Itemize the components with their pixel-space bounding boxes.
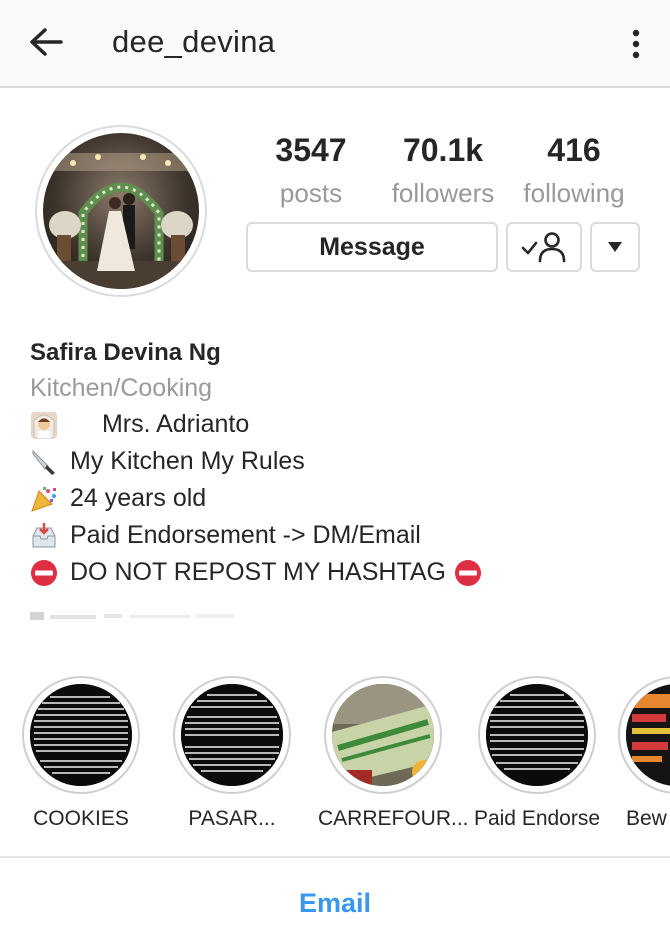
no-entry-emoji-icon <box>455 559 481 586</box>
highlight-label: COOKIES <box>33 807 129 830</box>
highlight-ring <box>324 676 442 794</box>
highlight-ring <box>22 676 140 794</box>
highlight-paid-endorse[interactable]: Paid Endorse <box>472 676 602 832</box>
more-vertical-icon <box>632 29 640 59</box>
bio-line-2: My Kitchen My Rules <box>30 443 650 480</box>
highlight-label: CARREFOUR... <box>318 807 469 830</box>
bride-emoji-icon <box>31 411 57 438</box>
highlight-label: Paid Endorse <box>473 807 601 830</box>
highlight-label: Bew <box>626 807 667 830</box>
highlight-cover-image <box>181 684 283 786</box>
arrow-left-icon <box>30 28 63 56</box>
email-button[interactable]: Email <box>0 888 670 919</box>
highlight-ring <box>173 676 291 794</box>
triangle-down-icon <box>608 242 622 252</box>
profile-bio: Safira Devina Ng Kitchen/Cooking Mrs. Ad… <box>30 336 650 591</box>
party-popper-emoji-icon <box>31 486 56 512</box>
followers-count: 70.1k <box>402 132 484 168</box>
bio-line-4: Paid Endorsement -> DM/Email <box>30 517 650 554</box>
suggestions-dropdown-button[interactable] <box>590 222 640 272</box>
highlight-ring <box>478 676 596 794</box>
highlight-cover-image <box>626 684 670 786</box>
bio-line-1-text: Mrs. Adrianto <box>70 410 250 438</box>
highlight-cover-image <box>332 684 434 786</box>
following-count: 416 <box>547 132 601 168</box>
highlight-cover-image <box>486 684 588 786</box>
bio-line-3-text: 24 years old <box>70 484 207 512</box>
highlight-bew[interactable]: Bew <box>618 676 670 832</box>
posts-count: 3547 <box>275 132 347 168</box>
stat-followers[interactable]: 70.1k followers <box>385 132 501 210</box>
contact-bar: Email <box>0 856 670 948</box>
highlight-pasar[interactable]: PASAR... <box>167 676 297 832</box>
no-entry-emoji-icon <box>31 559 57 586</box>
bio-line-5: DO NOT REPOST MY HASHTAG <box>30 554 650 591</box>
avatar-image <box>43 133 199 289</box>
following-label: following <box>523 178 625 208</box>
posts-label: posts <box>279 178 343 208</box>
bio-link-faded[interactable] <box>30 606 270 622</box>
bio-line-4-text: Paid Endorsement -> DM/Email <box>70 521 421 549</box>
bio-category[interactable]: Kitchen/Cooking <box>30 370 650 406</box>
bio-line-2-text: My Kitchen My Rules <box>70 447 305 475</box>
top-bar: dee_devina <box>0 0 670 88</box>
inbox-emoji-icon <box>32 522 56 547</box>
highlight-carrefour[interactable]: CARREFOUR... <box>318 676 469 832</box>
profile-avatar[interactable] <box>35 125 207 297</box>
stat-posts[interactable]: 3547 posts <box>258 132 364 210</box>
highlight-cover-image <box>30 684 132 786</box>
bio-line-3: 24 years old <box>30 480 650 517</box>
highlight-cookies[interactable]: COOKIES <box>16 676 146 832</box>
person-check-icon <box>521 232 566 263</box>
highlight-ring <box>618 676 670 794</box>
highlight-label: PASAR... <box>188 807 276 830</box>
profile-username: dee_devina <box>112 24 276 59</box>
bio-line-5-text: DO NOT REPOST MY HASHTAG <box>70 558 446 586</box>
more-options-button[interactable] <box>620 22 652 66</box>
stat-following[interactable]: 416 following <box>515 132 633 210</box>
back-button[interactable] <box>26 22 66 62</box>
message-button[interactable]: Message <box>246 222 498 272</box>
following-button[interactable] <box>506 222 582 272</box>
knife-emoji-icon <box>32 449 55 475</box>
bio-line-1: Mrs. Adrianto <box>30 406 650 443</box>
followers-label: followers <box>391 178 495 208</box>
bio-full-name: Safira Devina Ng <box>30 339 221 366</box>
